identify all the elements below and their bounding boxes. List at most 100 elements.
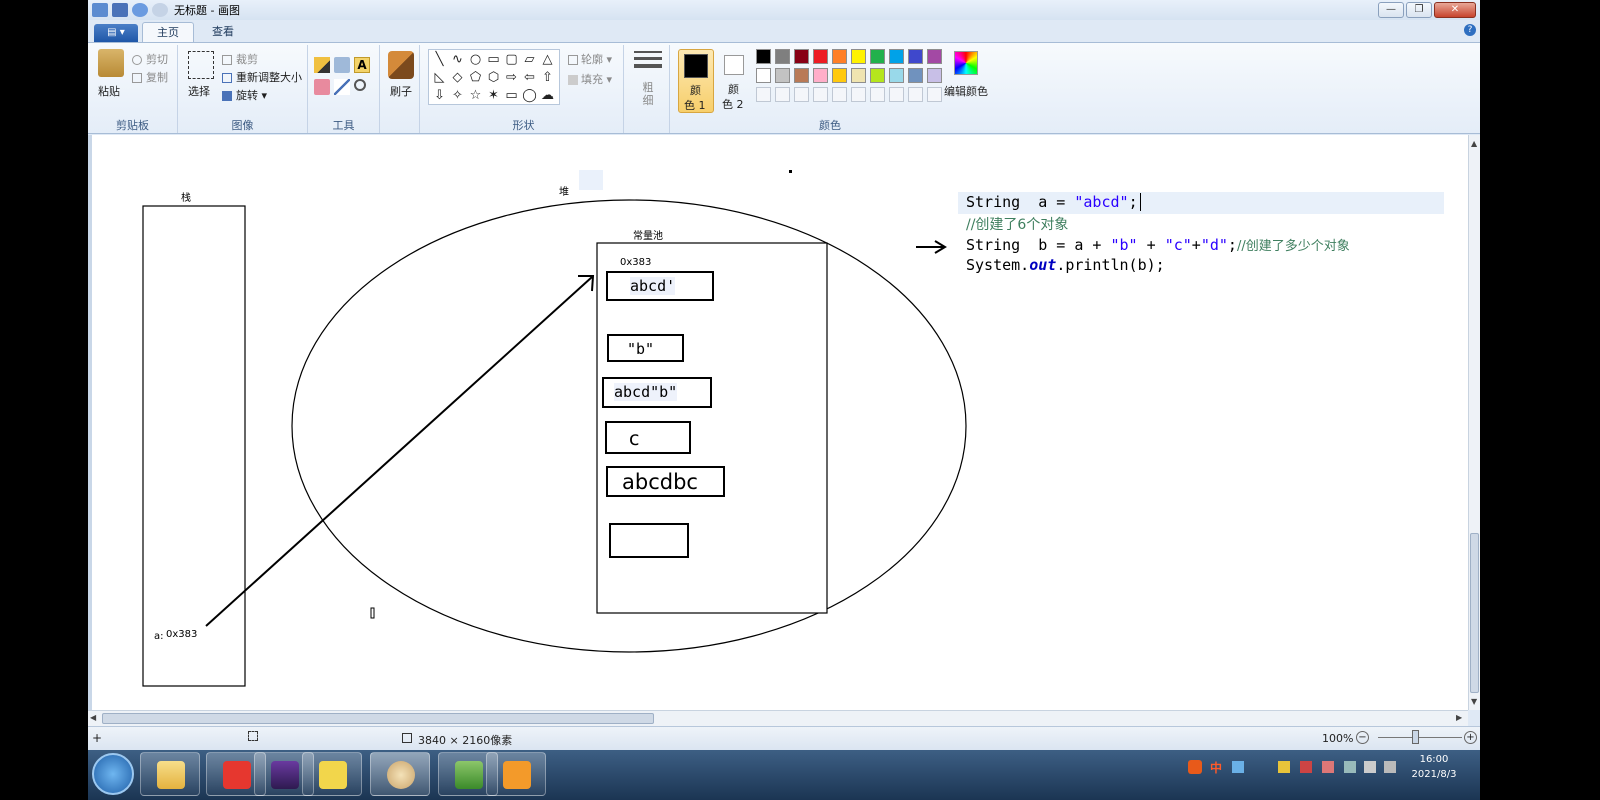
color-swatch[interactable] [870, 87, 885, 102]
start-button[interactable] [92, 753, 134, 795]
volume-icon[interactable] [1364, 761, 1376, 773]
color-swatch[interactable] [775, 87, 790, 102]
shape-option-icon[interactable]: ▭ [485, 51, 502, 68]
help-icon[interactable]: ? [1464, 24, 1476, 36]
shape-option-icon[interactable]: ☆ [467, 87, 484, 104]
rotate-button[interactable]: 旋转 ▾ [222, 87, 267, 103]
zoom-out-button[interactable]: − [1356, 731, 1369, 744]
shape-option-icon[interactable]: ✶ [485, 87, 502, 104]
vertical-scroll-thumb[interactable] [1470, 533, 1479, 693]
select-icon[interactable] [188, 51, 214, 79]
color-swatch[interactable] [832, 87, 847, 102]
tray-icon-1[interactable] [1232, 761, 1244, 773]
color-swatch[interactable] [908, 87, 923, 102]
color-swatch[interactable] [908, 49, 923, 64]
shape-option-icon[interactable]: ◇ [449, 69, 466, 86]
color-swatch[interactable] [813, 87, 828, 102]
color-swatch[interactable] [794, 68, 809, 83]
shape-option-icon[interactable]: ∿ [449, 51, 466, 68]
fill-icon[interactable] [334, 57, 350, 73]
color-swatch[interactable] [889, 49, 904, 64]
color-swatch[interactable] [813, 68, 828, 83]
color-swatch[interactable] [813, 49, 828, 64]
drawing-canvas[interactable]: 栈 堆 常量池 0x383 a: 0x383 abcd' "b" abcd"b"… [92, 135, 1468, 710]
vertical-scrollbar[interactable]: ▲ ▼ [1468, 135, 1480, 710]
close-button[interactable]: ✕ [1434, 2, 1476, 18]
tray-icon-5[interactable] [1384, 761, 1396, 773]
taskbar-paint[interactable] [370, 752, 430, 796]
paste-button[interactable]: 粘贴 [98, 83, 120, 99]
color2-button[interactable]: 颜 色 2 [718, 49, 752, 113]
shape-option-icon[interactable]: ⬡ [485, 69, 502, 86]
shape-option-icon[interactable]: ⇩ [431, 87, 448, 104]
shape-option-icon[interactable]: ⇦ [521, 69, 538, 86]
shape-option-icon[interactable]: ▱ [521, 51, 538, 68]
color-picker-icon[interactable] [334, 79, 350, 95]
network-icon[interactable] [1344, 761, 1356, 773]
color-swatch[interactable] [832, 49, 847, 64]
taskbar-app[interactable] [486, 752, 546, 796]
brush-icon[interactable] [388, 51, 414, 79]
taskbar-explorer[interactable] [140, 752, 200, 796]
zoom-in-button[interactable]: + [1464, 731, 1477, 744]
redo-icon[interactable] [152, 3, 168, 17]
color-swatch[interactable] [794, 49, 809, 64]
horizontal-scroll-thumb[interactable] [102, 713, 654, 724]
magnifier-icon[interactable] [354, 79, 366, 91]
tray-icon-4[interactable] [1322, 761, 1334, 773]
size-button[interactable]: 粗细 [638, 81, 658, 107]
color-swatch[interactable] [756, 49, 771, 64]
zoom-slider-thumb[interactable] [1412, 730, 1419, 744]
horizontal-scrollbar[interactable]: ◀ ▶ [88, 710, 1468, 726]
scroll-down-arrow[interactable]: ▼ [1471, 697, 1477, 706]
copy-button[interactable]: 复制 [132, 69, 168, 85]
app-menu-button[interactable]: ▤ ▾ [94, 24, 138, 42]
sogou-icon[interactable] [1188, 760, 1202, 774]
zoom-slider-track[interactable] [1378, 737, 1462, 738]
shape-option-icon[interactable]: ○ [467, 51, 484, 68]
shape-option-icon[interactable]: ✧ [449, 87, 466, 104]
color-swatch[interactable] [889, 87, 904, 102]
scroll-up-arrow[interactable]: ▲ [1471, 139, 1477, 148]
color-swatch[interactable] [927, 49, 942, 64]
color-swatch[interactable] [832, 68, 847, 83]
color-swatch[interactable] [927, 68, 942, 83]
save-icon[interactable] [112, 3, 128, 17]
line-width-icon[interactable] [634, 51, 662, 75]
scroll-right-arrow[interactable]: ▶ [1456, 713, 1462, 722]
color-swatch[interactable] [756, 68, 771, 83]
shape-option-icon[interactable]: ⇨ [503, 69, 520, 86]
tab-view[interactable]: 查看 [198, 22, 248, 42]
tray-icon-2[interactable] [1278, 761, 1290, 773]
color-swatch[interactable] [889, 68, 904, 83]
paste-icon[interactable] [98, 49, 124, 77]
brushes-button[interactable]: 刷子 [390, 83, 412, 99]
shape-option-icon[interactable]: △ [539, 51, 556, 68]
crop-button[interactable]: 裁剪 [222, 51, 258, 67]
shape-option-icon[interactable]: ▢ [503, 51, 520, 68]
text-icon[interactable]: A [354, 57, 370, 73]
shape-option-icon[interactable]: ╲ [431, 51, 448, 68]
clock[interactable]: 16:00 2021/8/3 [1406, 752, 1462, 782]
tab-home[interactable]: 主页 [142, 22, 194, 42]
color-swatch[interactable] [870, 49, 885, 64]
shape-option-icon[interactable]: ⇧ [539, 69, 556, 86]
color-swatch[interactable] [756, 87, 771, 102]
tray-icon-3[interactable] [1300, 761, 1312, 773]
ime-indicator[interactable]: 中 [1210, 759, 1222, 776]
color-swatch[interactable] [870, 68, 885, 83]
color-swatch[interactable] [851, 49, 866, 64]
select-button[interactable]: 选择 [188, 83, 210, 99]
scroll-left-arrow[interactable]: ◀ [90, 713, 96, 722]
pencil-icon[interactable] [314, 57, 330, 73]
color-swatch[interactable] [927, 87, 942, 102]
color-swatch[interactable] [851, 68, 866, 83]
shape-option-icon[interactable]: ☁ [539, 87, 556, 104]
outline-button[interactable]: 轮廓 ▾ [568, 51, 612, 67]
color-swatch[interactable] [908, 68, 923, 83]
taskbar-help[interactable] [302, 752, 362, 796]
color-swatch[interactable] [775, 49, 790, 64]
shape-option-icon[interactable]: ◺ [431, 69, 448, 86]
undo-icon[interactable] [132, 3, 148, 17]
resize-button[interactable]: 重新调整大小 [222, 69, 302, 85]
